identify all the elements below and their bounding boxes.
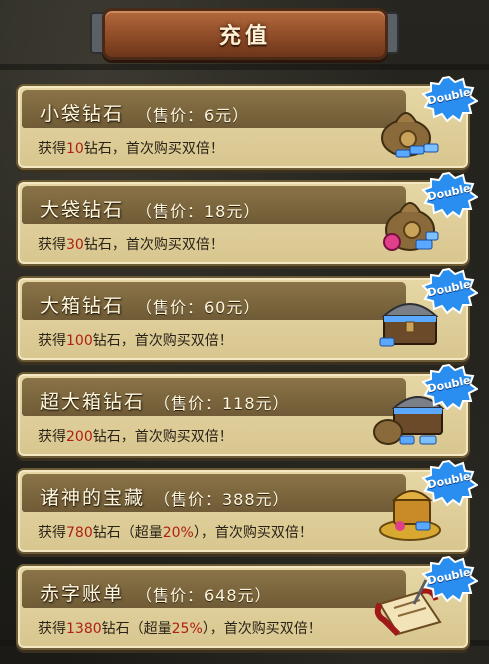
- item-name: 小袋钻石: [40, 103, 125, 125]
- item-price: （售价：6元）: [136, 106, 250, 125]
- item-description: 获得1380钻石（超量25%），首次购买双倍！: [38, 621, 322, 637]
- page-title: 充值: [218, 24, 271, 49]
- diamond-count: 200: [66, 429, 93, 445]
- item-price: （售价：648元）: [136, 586, 272, 605]
- item-description: 获得200钻石，首次购买双倍！: [38, 429, 233, 445]
- recharge-item-big-chest[interactable]: 大箱钻石 （售价：60元） 获得100钻石，首次购买双倍！ Double: [16, 268, 478, 362]
- recharge-item-huge-chest[interactable]: 超大箱钻石 （售价：118元） 获得200钻石，首次购买双倍！ Double: [16, 364, 478, 458]
- background-shelf: [0, 64, 489, 70]
- recharge-item-gods-treasure[interactable]: 诸神的宝藏 （售价：388元） 获得780钻石（超量20%），首次购买双倍！ D…: [16, 460, 478, 554]
- item-name: 诸神的宝藏: [40, 487, 146, 509]
- diamond-count: 100: [66, 333, 93, 349]
- recharge-item-small-bag[interactable]: 小袋钻石 （售价：6元） 获得10钻石，首次购买双倍！ Double: [16, 76, 478, 170]
- item-name: 赤字账单: [40, 583, 125, 605]
- item-price: （售价：18元）: [136, 202, 261, 221]
- item-description: 获得10钻石，首次购买双倍！: [38, 141, 224, 157]
- diamond-count: 30: [66, 237, 84, 253]
- item-price: （售价：388元）: [154, 490, 290, 509]
- item-price: （售价：60元）: [136, 298, 261, 317]
- item-name: 超大箱钻石: [40, 391, 146, 413]
- recharge-item-deficit-bill[interactable]: 赤字账单 （售价：648元） 获得1380钻石（超量25%），首次购买双倍！ D…: [16, 556, 478, 650]
- item-description: 获得780钻石（超量20%），首次购买双倍！: [38, 525, 313, 541]
- item-description: 获得100钻石，首次购买双倍！: [38, 333, 233, 349]
- item-description: 获得30钻石，首次购买双倍！: [38, 237, 224, 253]
- bonus-percent: 20%: [162, 525, 194, 541]
- recharge-list: 小袋钻石 （售价：6元） 获得10钻石，首次购买双倍！ Double 大袋钻石 …: [16, 76, 478, 660]
- diamond-count: 1380: [66, 621, 102, 637]
- item-name: 大袋钻石: [40, 199, 125, 221]
- diamond-count: 10: [66, 141, 84, 157]
- diamond-count: 780: [66, 525, 93, 541]
- item-name: 大箱钻石: [40, 295, 125, 317]
- recharge-item-big-bag[interactable]: 大袋钻石 （售价：18元） 获得30钻石，首次购买双倍！ Double: [16, 172, 478, 266]
- title-banner: 充值: [102, 8, 388, 60]
- bonus-percent: 25%: [171, 621, 203, 637]
- item-price: （售价：118元）: [154, 394, 290, 413]
